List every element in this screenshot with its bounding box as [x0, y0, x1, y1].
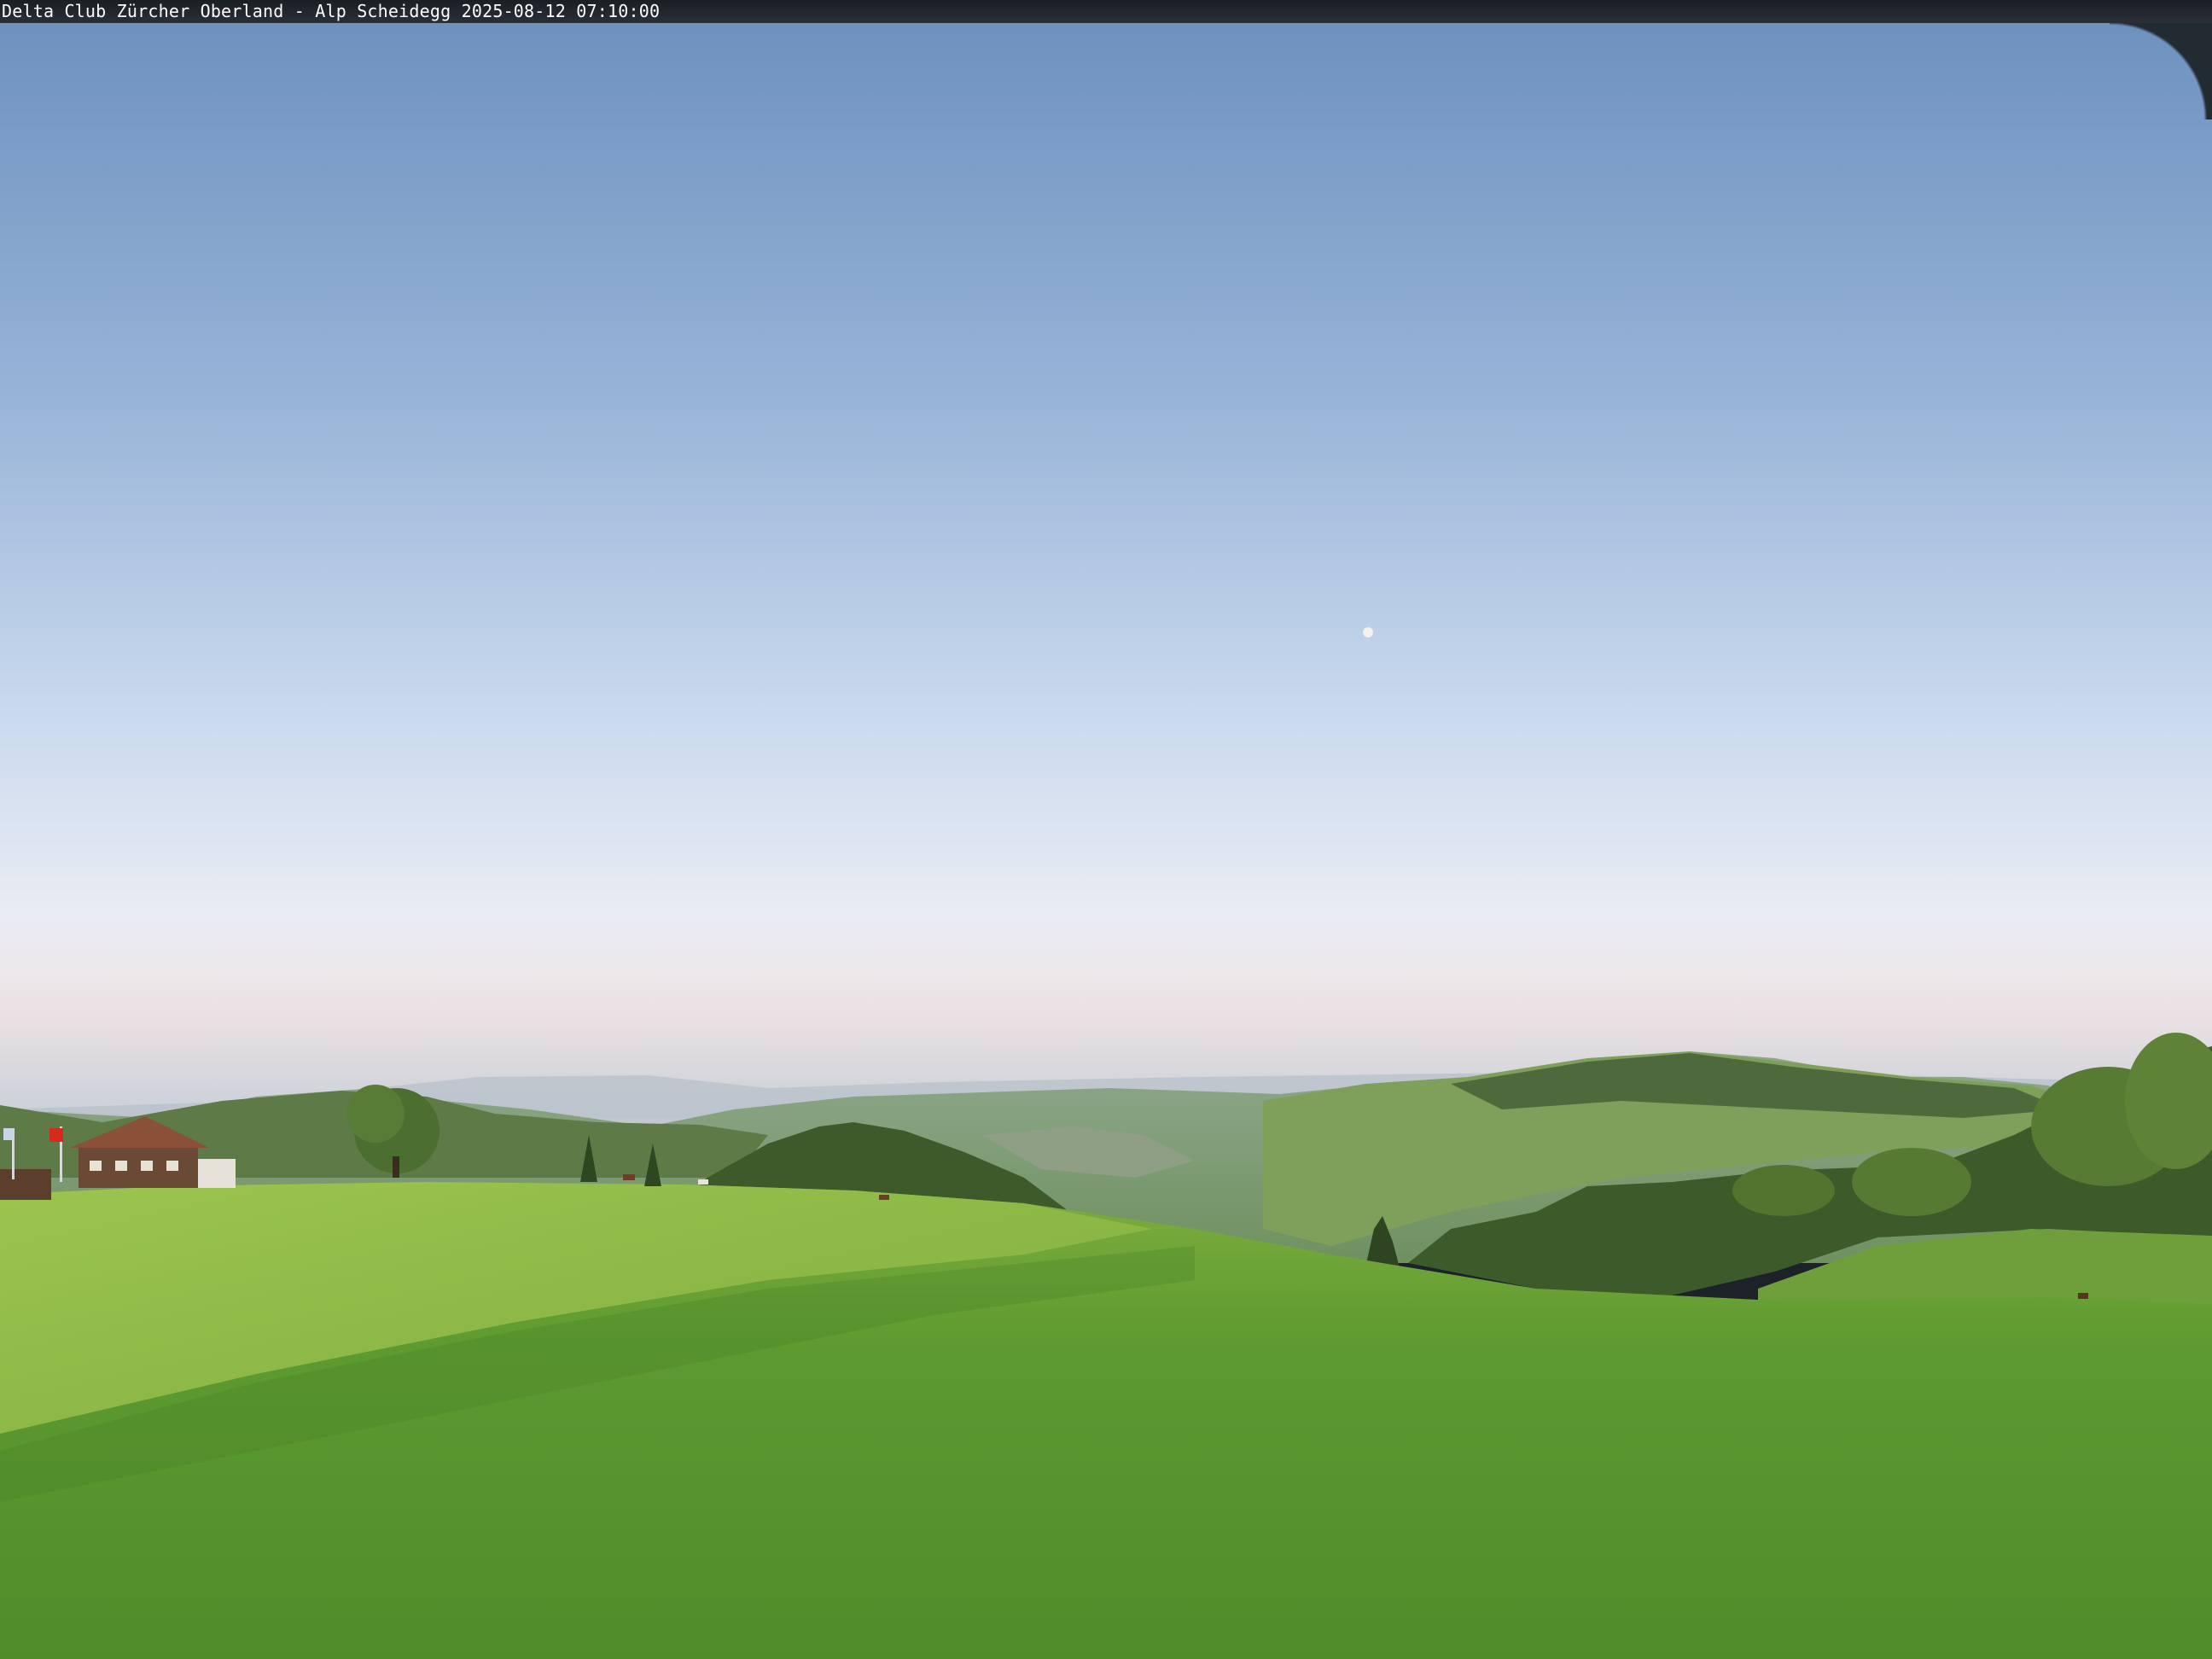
- cow: [623, 1174, 635, 1180]
- flag-2: [3, 1128, 14, 1140]
- side-building: [0, 1169, 51, 1200]
- tree-crowns-lit-3: [1852, 1148, 1971, 1216]
- webcam-frame: Delta Club Zürcher Oberland - Alp Scheid…: [0, 0, 2212, 1659]
- landscape-scene: [0, 0, 2212, 1659]
- webcam-caption: Delta Club Zürcher Oberland - Alp Scheid…: [2, 1, 661, 21]
- moon: [1363, 627, 1373, 637]
- cow: [879, 1195, 889, 1200]
- caption-bar: Delta Club Zürcher Oberland - Alp Scheid…: [0, 0, 2212, 23]
- cow: [2078, 1293, 2088, 1299]
- deciduous-tree-top: [346, 1085, 405, 1143]
- deciduous-tree-trunk: [393, 1156, 399, 1178]
- cow: [698, 1179, 708, 1185]
- swiss-flag: [49, 1128, 63, 1142]
- sky: [0, 0, 2212, 1144]
- tree-crowns-lit-4: [1732, 1165, 1835, 1216]
